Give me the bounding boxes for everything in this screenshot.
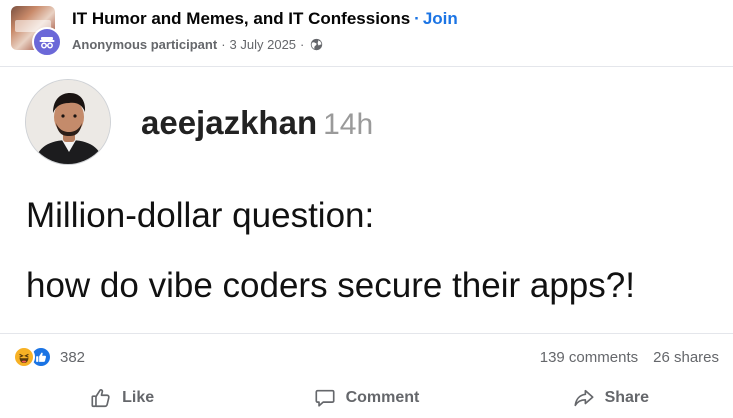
meta-separator-2: · [300, 37, 305, 52]
reactions-summary[interactable]: 382 [13, 346, 85, 368]
avatar [25, 79, 111, 165]
shares-count-link[interactable]: 26 shares [653, 349, 719, 366]
post-meta: Anonymous participant · 3 July 2025 · [72, 37, 323, 52]
join-group-button[interactable]: Join [423, 9, 458, 28]
quote-line-1: Million-dollar question: [26, 196, 375, 235]
group-title-line: IT Humor and Memes, and IT Confessions · J… [72, 9, 458, 29]
post-header: IT Humor and Memes, and IT Confessions · J… [0, 0, 733, 66]
comment-label: Comment [345, 389, 420, 406]
like-label: Like [122, 389, 155, 406]
share-label: Share [604, 389, 650, 406]
haha-reaction-icon [13, 346, 35, 368]
post-image[interactable]: aeejazkhan 14h Million-dollar question: h… [0, 67, 733, 333]
comment-share-counts: 139 comments 26 shares [540, 349, 719, 366]
anonymous-participant-icon [32, 27, 62, 57]
title-separator: · [414, 9, 420, 28]
quote-line-2: how do vibe coders secure their apps?! [26, 266, 635, 305]
share-button[interactable]: Share [489, 378, 733, 418]
quoted-time: 14h [323, 108, 374, 141]
globe-icon[interactable] [310, 38, 323, 51]
engagement-stats: 382 139 comments 26 shares [0, 340, 733, 376]
comment-icon [315, 389, 335, 407]
author-name[interactable]: Anonymous participant [72, 37, 217, 52]
like-icon [91, 389, 110, 408]
comments-count-link[interactable]: 139 comments [540, 349, 638, 366]
meta-separator: · [221, 37, 226, 52]
action-bar: Like Comment Share [0, 378, 733, 418]
quoted-handle: aeejazkhan [141, 104, 318, 141]
post-date-link[interactable]: 3 July 2025 [230, 37, 297, 52]
comment-button[interactable]: Comment [244, 378, 488, 418]
content-divider [0, 333, 733, 334]
group-name-link[interactable]: IT Humor and Memes, and IT Confessions [72, 9, 410, 28]
quoted-author: aeejazkhan 14h [141, 104, 373, 142]
share-icon [574, 389, 594, 407]
like-button[interactable]: Like [0, 378, 244, 418]
reaction-count: 382 [60, 348, 86, 366]
